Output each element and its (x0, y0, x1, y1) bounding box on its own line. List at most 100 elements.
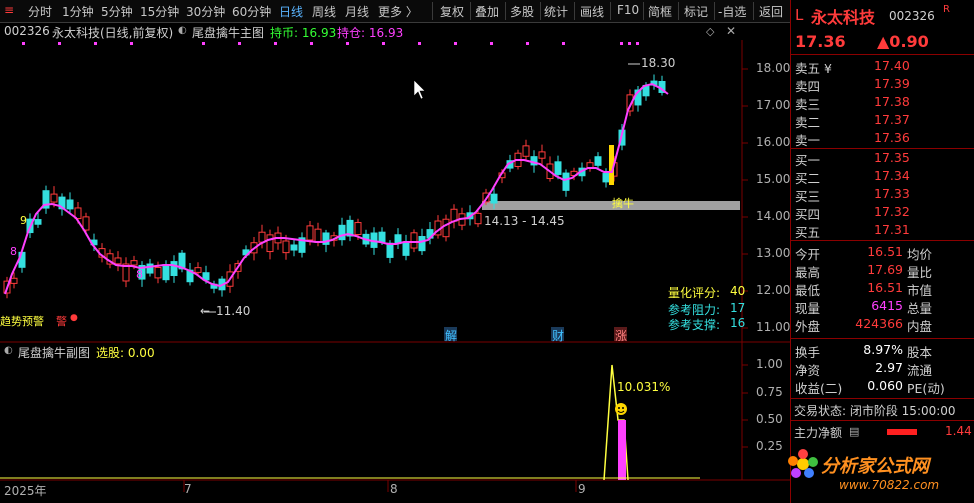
candle-body (282, 240, 290, 254)
overlay-button[interactable]: 叠加 (475, 3, 499, 20)
bid-row[interactable]: 买一 17.35 (791, 150, 974, 168)
sub-indicator-name[interactable]: 尾盘擒牛副图 (18, 344, 90, 361)
back-button[interactable]: 返回 (759, 3, 783, 20)
count-label-8a: 8 (10, 245, 17, 258)
candle-body (162, 264, 170, 281)
candle-body (266, 234, 274, 253)
bid-row[interactable]: 买二 17.34 (791, 168, 974, 186)
resistance-value: 17 (730, 301, 746, 315)
stat-value: 16.51 (867, 280, 903, 295)
pct-label: 10.031% (617, 380, 671, 394)
stat-label-2: 均价 (907, 247, 933, 262)
trade-status: 交易状态: 闭市阶段 15:00:00 (794, 404, 956, 418)
stat-label: 外盘 (795, 319, 821, 334)
candle-body (490, 193, 498, 204)
low-price-label: 11.40 (216, 304, 251, 318)
stat-label: 今开 (795, 247, 821, 262)
bid-row[interactable]: 买五 17.31 (791, 222, 974, 240)
stat-row: 最高 17.69 量比 (791, 262, 974, 280)
stat-value: 17.69 (867, 262, 903, 277)
watermark-url: www.70822.com (839, 478, 940, 492)
stat2-label: 收益(二) (795, 381, 843, 396)
candle-body (354, 222, 362, 236)
simple-frame-button[interactable]: 简框 (648, 3, 672, 20)
candle-body (194, 267, 202, 273)
candle-body (258, 231, 266, 243)
event-tag-zhang[interactable]: 涨 (615, 327, 627, 344)
bid-row[interactable]: 买三 17.33 (791, 186, 974, 204)
stat2-label: 换手 (795, 345, 821, 360)
stat2-label-2: 股本 (907, 345, 933, 360)
ask-row[interactable]: 卖一 17.36 (791, 130, 974, 148)
candle-body (522, 145, 530, 157)
period-tab-15min[interactable]: 15分钟 (140, 3, 179, 20)
low-arrow-icon: ← (200, 304, 211, 318)
price-axis-13: 13.00 (756, 246, 791, 260)
candle-body (474, 212, 482, 225)
ask-row[interactable]: 卖五 ¥ 17.40 (791, 58, 974, 76)
stat-label-2: 内盘 (907, 319, 933, 334)
period-tab-weekly[interactable]: 周线 (312, 3, 336, 20)
date-axis-8: 8 (390, 482, 398, 496)
price-axis-17: 17.00 (756, 98, 791, 112)
period-tab-more[interactable]: 更多 〉 (378, 3, 418, 20)
stat-value: 424366 (855, 316, 903, 331)
main-flow-menu-icon[interactable]: ▤ (849, 425, 859, 438)
stat2-value: 8.97% (863, 342, 903, 357)
stat2-label-2: 流通 (907, 363, 933, 378)
draw-line-button[interactable]: 画线 (580, 3, 604, 20)
ask-price: 17.38 (874, 94, 910, 109)
bid-label: 买三 (795, 189, 821, 204)
price-axis-18: 18.00 (756, 61, 791, 75)
adjust-button[interactable]: 复权 (440, 3, 464, 20)
count-label-8b: 8 (136, 268, 143, 281)
smiley-icon (615, 403, 627, 415)
candle-body (338, 224, 346, 241)
period-tab-5min[interactable]: 5分钟 (101, 3, 133, 20)
period-tab-1min[interactable]: 1分钟 (62, 3, 94, 20)
price-axis-14: 14.00 (756, 209, 791, 223)
candle-body (50, 193, 58, 203)
event-tag-jie[interactable]: 解 (445, 327, 457, 344)
mark-button[interactable]: 标记 (684, 3, 708, 20)
f10-button[interactable]: F10 (617, 3, 639, 17)
remove-watchlist-button[interactable]: -自选 (718, 3, 746, 20)
period-tab-fenshi[interactable]: 分时 (28, 3, 52, 20)
event-tag-cai[interactable]: 财 (552, 327, 564, 344)
statistics-button[interactable]: 统计 (544, 3, 568, 20)
period-tab-daily[interactable]: 日线 (279, 3, 303, 20)
sub-axis-075: 0.75 (756, 385, 783, 399)
candle-body (538, 151, 546, 159)
warning-label-2: 警 (56, 315, 67, 328)
bid-price: 17.32 (874, 204, 910, 219)
bid-label: 买二 (795, 171, 821, 186)
bid-row[interactable]: 买四 17.32 (791, 204, 974, 222)
stat2-row: 净资 2.97 流通 (791, 360, 974, 378)
stat-label-2: 量比 (907, 265, 933, 280)
menu-icon[interactable]: ≡ (4, 3, 14, 17)
ask-row[interactable]: 卖二 17.37 (791, 112, 974, 130)
ask-price: 17.40 (874, 58, 910, 73)
quote-stock-code: 002326 (889, 9, 935, 23)
kline-chart[interactable] (0, 22, 790, 503)
candle-body (130, 260, 138, 266)
candle-body (442, 218, 450, 238)
candle-body (314, 228, 322, 243)
period-tab-monthly[interactable]: 月线 (345, 3, 369, 20)
ask-label: 卖五 ¥ (795, 61, 832, 76)
bid-price: 17.31 (874, 222, 910, 237)
ask-row[interactable]: 卖三 17.38 (791, 94, 974, 112)
date-axis-9: 9 (578, 482, 586, 496)
candle-body (602, 173, 610, 183)
ask-label: 卖二 (795, 115, 821, 130)
candle-body (114, 257, 122, 265)
period-tab-60min[interactable]: 60分钟 (232, 3, 271, 20)
price-axis-11: 11.00 (756, 320, 791, 334)
ask-row[interactable]: 卖四 17.39 (791, 76, 974, 94)
multi-stock-button[interactable]: 多股 (510, 3, 534, 20)
stat2-label: 净资 (795, 363, 821, 378)
sub-indicator-icon[interactable]: ◐ (4, 345, 13, 356)
candle-body (402, 242, 410, 256)
period-tab-30min[interactable]: 30分钟 (186, 3, 225, 20)
candle-body (10, 277, 18, 284)
